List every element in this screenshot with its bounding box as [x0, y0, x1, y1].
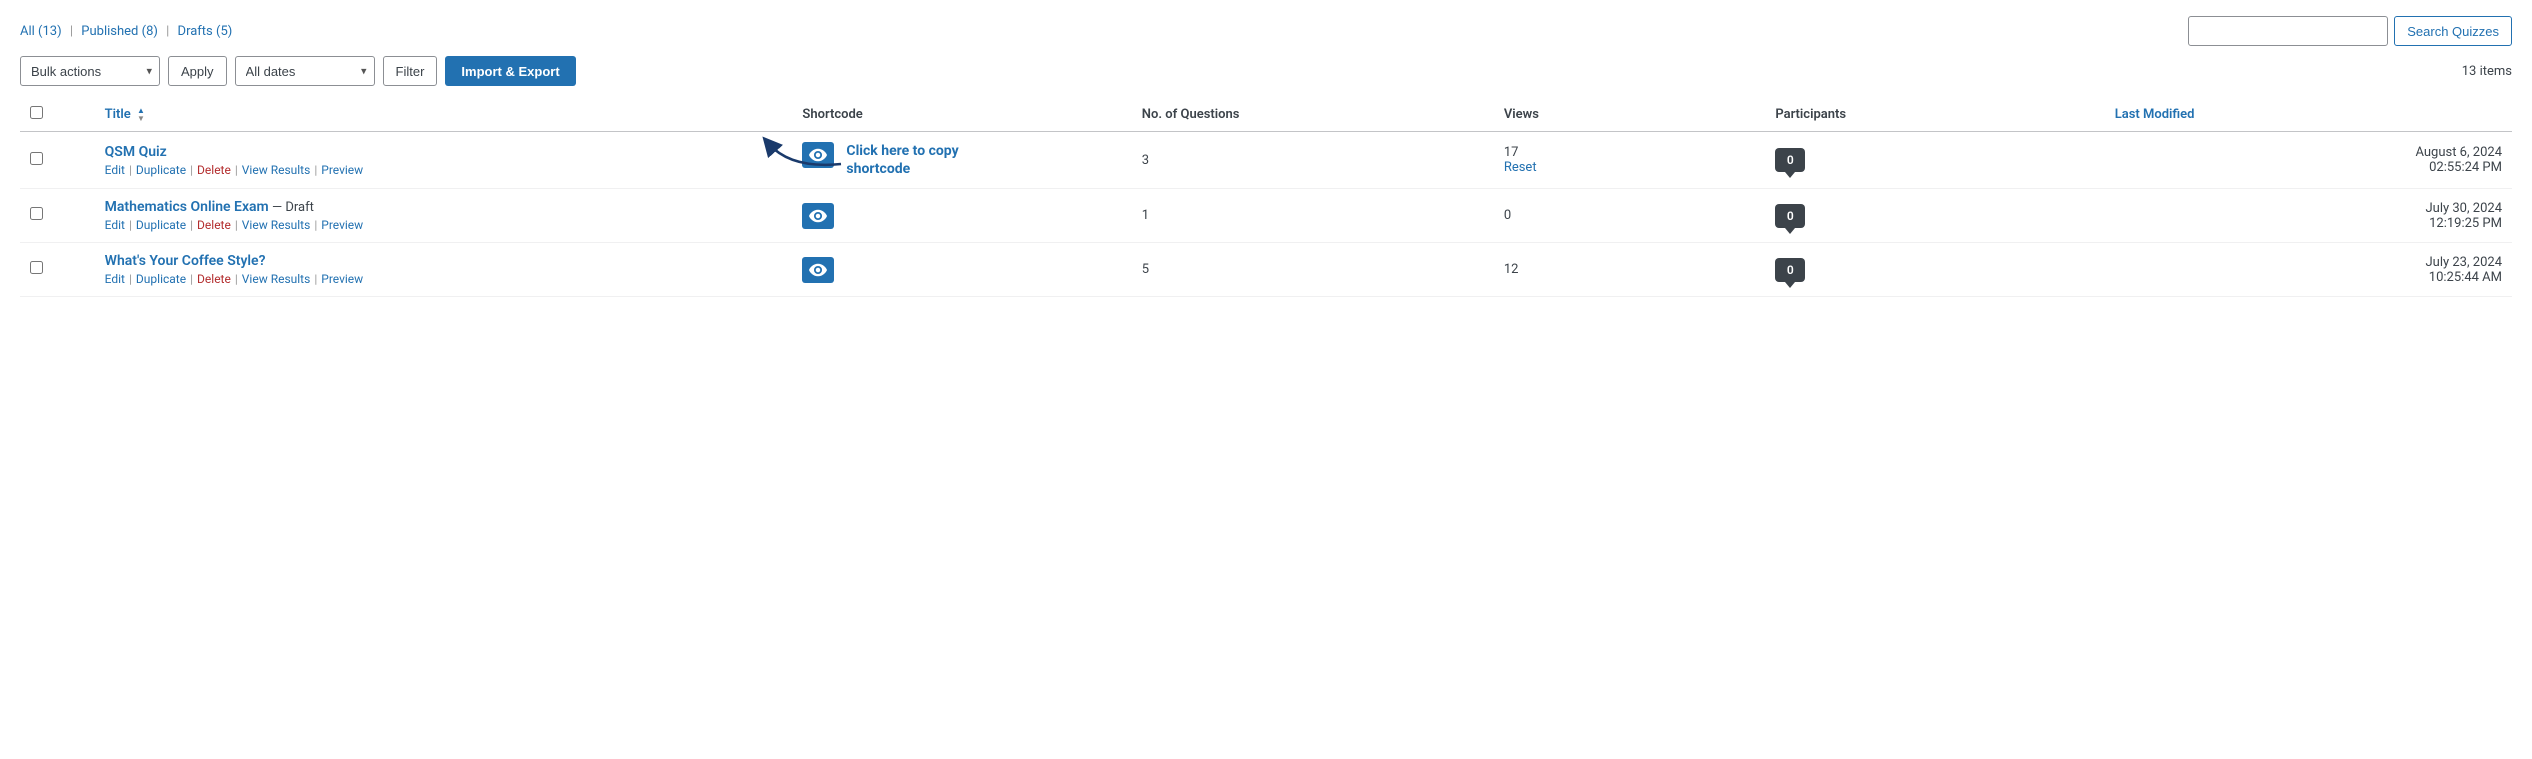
preview-link[interactable]: Preview — [321, 163, 363, 177]
row-participants-cell: 0 — [1765, 132, 2104, 189]
duplicate-link[interactable]: Duplicate — [136, 163, 186, 177]
col-header-checkbox — [20, 98, 95, 132]
view-results-link[interactable]: View Results — [242, 272, 311, 286]
row-checkbox-cell — [20, 189, 95, 243]
dates-select-wrapper[interactable]: All dates — [235, 56, 375, 86]
row-questions-cell: 5 — [1132, 243, 1494, 297]
row-checkbox[interactable] — [30, 207, 43, 220]
row-title-cell: What's Your Coffee Style? Edit | Duplica… — [95, 243, 793, 297]
row-actions: Edit | Duplicate | Delete | View Results… — [105, 163, 783, 177]
row-title-cell: QSM Quiz Edit | Duplicate | Delete | Vie… — [95, 132, 793, 189]
row-checkbox-cell — [20, 243, 95, 297]
row-questions-cell: 1 — [1132, 189, 1494, 243]
row-checkbox-cell — [20, 132, 95, 189]
apply-button[interactable]: Apply — [168, 56, 227, 86]
search-quizzes-button[interactable]: Search Quizzes — [2394, 16, 2512, 46]
delete-link[interactable]: Delete — [197, 218, 231, 232]
col-header-last-modified[interactable]: Last Modified — [2105, 98, 2512, 132]
row-shortcode-cell — [792, 189, 1131, 243]
participants-badge: 0 — [1775, 258, 1805, 282]
filter-links: All (13) | Published (8) | Drafts (5) — [20, 24, 232, 39]
participants-badge: 0 — [1775, 204, 1805, 228]
delete-link[interactable]: Delete — [197, 272, 231, 286]
duplicate-link[interactable]: Duplicate — [136, 272, 186, 286]
last-modified-sort-link[interactable]: Last Modified — [2115, 107, 2195, 122]
row-actions: Edit | Duplicate | Delete | View Results… — [105, 272, 783, 286]
col-header-shortcode: Shortcode — [792, 98, 1131, 132]
col-header-participants: Participants — [1765, 98, 2104, 132]
toolbar: Bulk actions Apply All dates Filter Impo… — [20, 56, 2512, 86]
row-actions: Edit | Duplicate | Delete | View Results… — [105, 218, 783, 232]
preview-link[interactable]: Preview — [321, 218, 363, 232]
duplicate-link[interactable]: Duplicate — [136, 218, 186, 232]
quiz-title-link[interactable]: QSM Quiz — [105, 144, 167, 160]
filter-published[interactable]: Published (8) — [81, 24, 158, 39]
row-modified-cell: July 30, 2024 12:19:25 PM — [2105, 189, 2512, 243]
col-header-questions: No. of Questions — [1132, 98, 1494, 132]
view-results-link[interactable]: View Results — [242, 163, 311, 177]
title-sort-link[interactable]: Title ▲ ▼ — [105, 107, 145, 122]
bulk-actions-select[interactable]: Bulk actions — [20, 56, 160, 86]
col-header-views: Views — [1494, 98, 1766, 132]
views-reset[interactable]: Reset — [1504, 160, 1756, 175]
edit-link[interactable]: Edit — [105, 218, 125, 232]
quiz-title-link[interactable]: What's Your Coffee Style? — [105, 253, 266, 269]
edit-link[interactable]: Edit — [105, 163, 125, 177]
preview-link[interactable]: Preview — [321, 272, 363, 286]
row-modified-cell: July 23, 2024 10:25:44 AM — [2105, 243, 2512, 297]
row-checkbox[interactable] — [30, 152, 43, 165]
shortcode-copy-button[interactable] — [802, 142, 834, 168]
row-views-cell: 12 — [1494, 243, 1766, 297]
row-shortcode-cell — [792, 243, 1131, 297]
draft-label: — Draft — [272, 200, 314, 215]
row-checkbox[interactable] — [30, 261, 43, 274]
search-input[interactable] — [2188, 16, 2388, 46]
select-all-checkbox[interactable] — [30, 106, 43, 119]
filter-all[interactable]: All (13) — [20, 24, 62, 39]
reset-link[interactable]: Reset — [1504, 160, 1537, 175]
views-value: 17 — [1504, 145, 1756, 160]
bulk-actions-select-wrapper[interactable]: Bulk actions — [20, 56, 160, 86]
row-views-cell: 17 Reset — [1494, 132, 1766, 189]
row-shortcode-cell: Click here to copy shortcode — [792, 132, 1131, 189]
items-count: 13 items — [2462, 64, 2512, 79]
col-header-title[interactable]: Title ▲ ▼ — [95, 98, 793, 132]
row-modified-cell: August 6, 2024 02:55:24 PM — [2105, 132, 2512, 189]
filter-drafts[interactable]: Drafts (5) — [178, 24, 233, 39]
view-results-link[interactable]: View Results — [242, 218, 311, 232]
row-participants-cell: 0 — [1765, 243, 2104, 297]
search-area: Search Quizzes — [2188, 16, 2512, 46]
table-row: QSM Quiz Edit | Duplicate | Delete | Vie… — [20, 132, 2512, 189]
table-row: What's Your Coffee Style? Edit | Duplica… — [20, 243, 2512, 297]
quiz-table: Title ▲ ▼ Shortcode No. of Questions Vie… — [20, 98, 2512, 297]
row-views-cell: 0 — [1494, 189, 1766, 243]
delete-link[interactable]: Delete — [197, 163, 231, 177]
separator: | — [163, 24, 173, 39]
separator: | — [67, 24, 77, 39]
table-row: Mathematics Online Exam — Draft Edit | D… — [20, 189, 2512, 243]
edit-link[interactable]: Edit — [105, 272, 125, 286]
import-export-button[interactable]: Import & Export — [445, 56, 575, 86]
dates-select[interactable]: All dates — [235, 56, 375, 86]
shortcode-tooltip-text: Click here to copy shortcode — [846, 142, 958, 178]
row-title-cell: Mathematics Online Exam — Draft Edit | D… — [95, 189, 793, 243]
shortcode-copy-button[interactable] — [802, 257, 834, 283]
row-participants-cell: 0 — [1765, 189, 2104, 243]
title-sort-arrows: ▲ ▼ — [137, 107, 145, 123]
sort-down-icon: ▼ — [137, 115, 145, 123]
quiz-title-link[interactable]: Mathematics Online Exam — [105, 199, 269, 215]
row-questions-cell: 3 — [1132, 132, 1494, 189]
shortcode-copy-button[interactable] — [802, 203, 834, 229]
filter-button[interactable]: Filter — [383, 56, 438, 86]
participants-badge: 0 — [1775, 148, 1805, 172]
